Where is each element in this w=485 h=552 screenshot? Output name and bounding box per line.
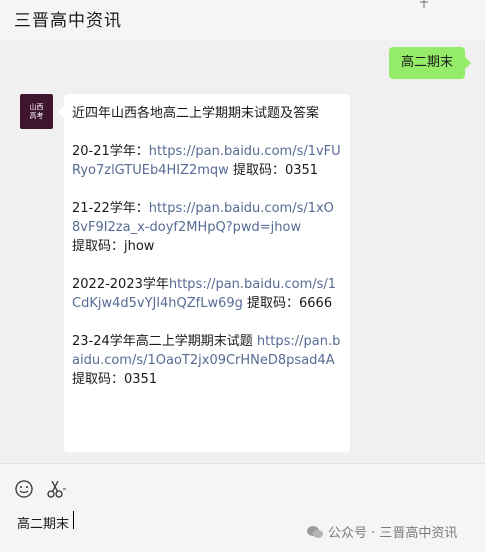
message-input[interactable]: 高二期末 <box>17 513 69 532</box>
watermark: 公众号 · 三晋高中资讯 <box>306 522 457 541</box>
received-message-bubble[interactable]: 近四年山西各地高二上学期期末试题及答案 20-21学年：https://pan.b… <box>58 94 350 452</box>
emoji-icon[interactable] <box>13 478 35 500</box>
screenshot-scissors-icon[interactable] <box>44 478 66 500</box>
message-item-3: 2022-2023学年https://pan.baidu.com/s/1CdKj… <box>72 277 337 311</box>
watermark-text: 公众号 · 三晋高中资讯 <box>328 526 458 541</box>
message-item-4: 23-24学年高二上学期期末试题 https://pan.baidu.com/s… <box>72 334 341 387</box>
message-intro: 近四年山西各地高二上学期期末试题及答案 <box>72 106 320 121</box>
sent-message-bubble[interactable]: 高二期末 <box>389 47 471 79</box>
pin-icon[interactable] <box>418 0 430 8</box>
wechat-icon <box>307 525 323 538</box>
chat-title: 三晋高中资讯 <box>14 11 122 31</box>
message-item-1: 20-21学年：https://pan.baidu.com/s/1vFURyo7… <box>72 144 341 178</box>
message-item-2: 21-22学年：https://pan.baidu.com/s/1xO8vF9I… <box>72 201 334 254</box>
avatar-text-line-1: 山西 <box>29 102 44 111</box>
avatar[interactable]: 山西 高考 <box>20 94 53 129</box>
chat-header: 三晋高中资讯 <box>0 0 485 40</box>
text-caret <box>73 511 74 529</box>
avatar-text-line-2: 高考 <box>29 111 44 120</box>
